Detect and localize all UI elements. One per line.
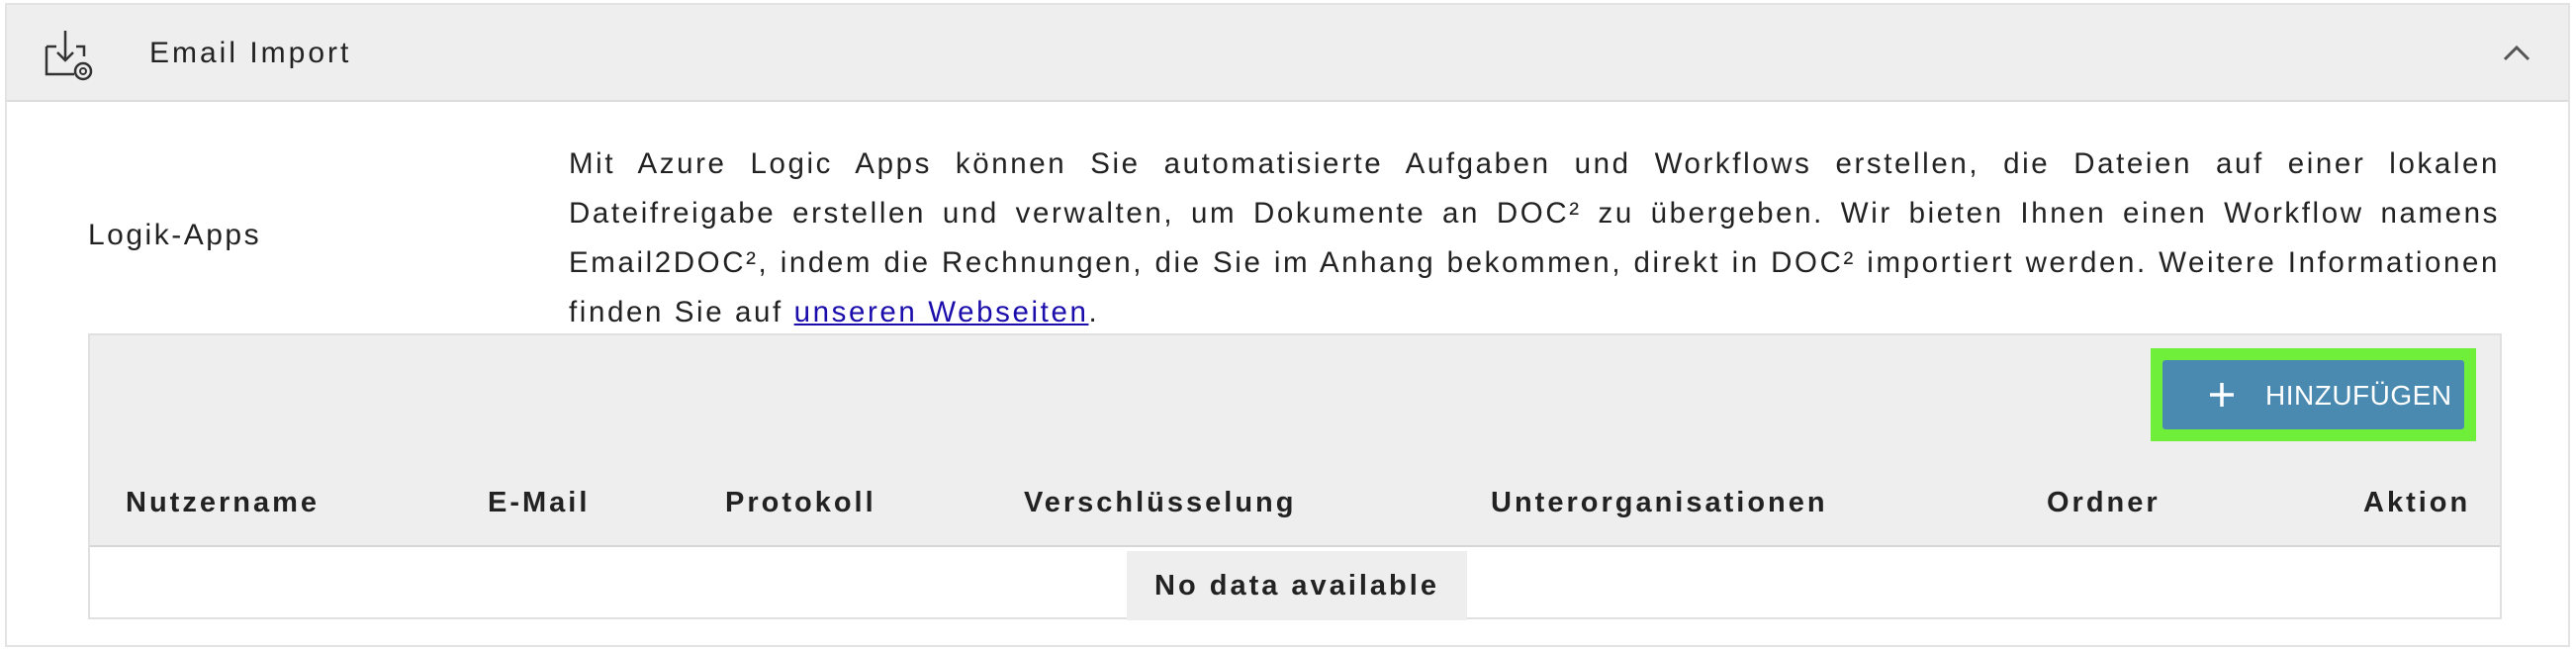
email-import-table: HINZUFÜGEN Nutzername E-Mail Protokoll V… <box>88 333 2502 620</box>
column-header-unterorganisationen[interactable]: Unterorganisationen <box>1491 487 1828 519</box>
description-after-link: . <box>1088 296 1100 328</box>
table-header-area: HINZUFÜGEN Nutzername E-Mail Protokoll V… <box>90 335 2500 547</box>
add-button-label: HINZUFÜGEN <box>2265 380 2452 411</box>
panel-header[interactable]: Email Import <box>7 5 2568 102</box>
website-link[interactable]: unseren Webseiten <box>794 296 1089 328</box>
column-header-aktion[interactable]: Aktion <box>2363 487 2470 519</box>
description-text: Mit Azure Logic Apps können Sie automati… <box>569 140 2500 337</box>
add-button[interactable]: HINZUFÜGEN <box>2162 360 2464 429</box>
column-header-protokoll[interactable]: Protokoll <box>725 487 876 519</box>
email-import-panel: Email Import Logik-Apps Mit Azure Logic … <box>5 3 2570 647</box>
column-header-ordner[interactable]: Ordner <box>2047 487 2161 519</box>
plus-icon <box>2210 383 2234 407</box>
empty-state-message: No data available <box>1127 551 1467 620</box>
column-header-email[interactable]: E-Mail <box>488 487 590 519</box>
panel-title: Email Import <box>149 37 352 69</box>
chevron-up-icon[interactable] <box>2502 43 2531 62</box>
section-label: Logik-Apps <box>88 219 262 251</box>
email-import-icon <box>45 31 93 81</box>
column-header-nutzername[interactable]: Nutzername <box>126 487 320 519</box>
column-header-verschluesselung[interactable]: Verschlüsselung <box>1024 487 1297 519</box>
add-button-highlight: HINZUFÜGEN <box>2151 348 2476 441</box>
